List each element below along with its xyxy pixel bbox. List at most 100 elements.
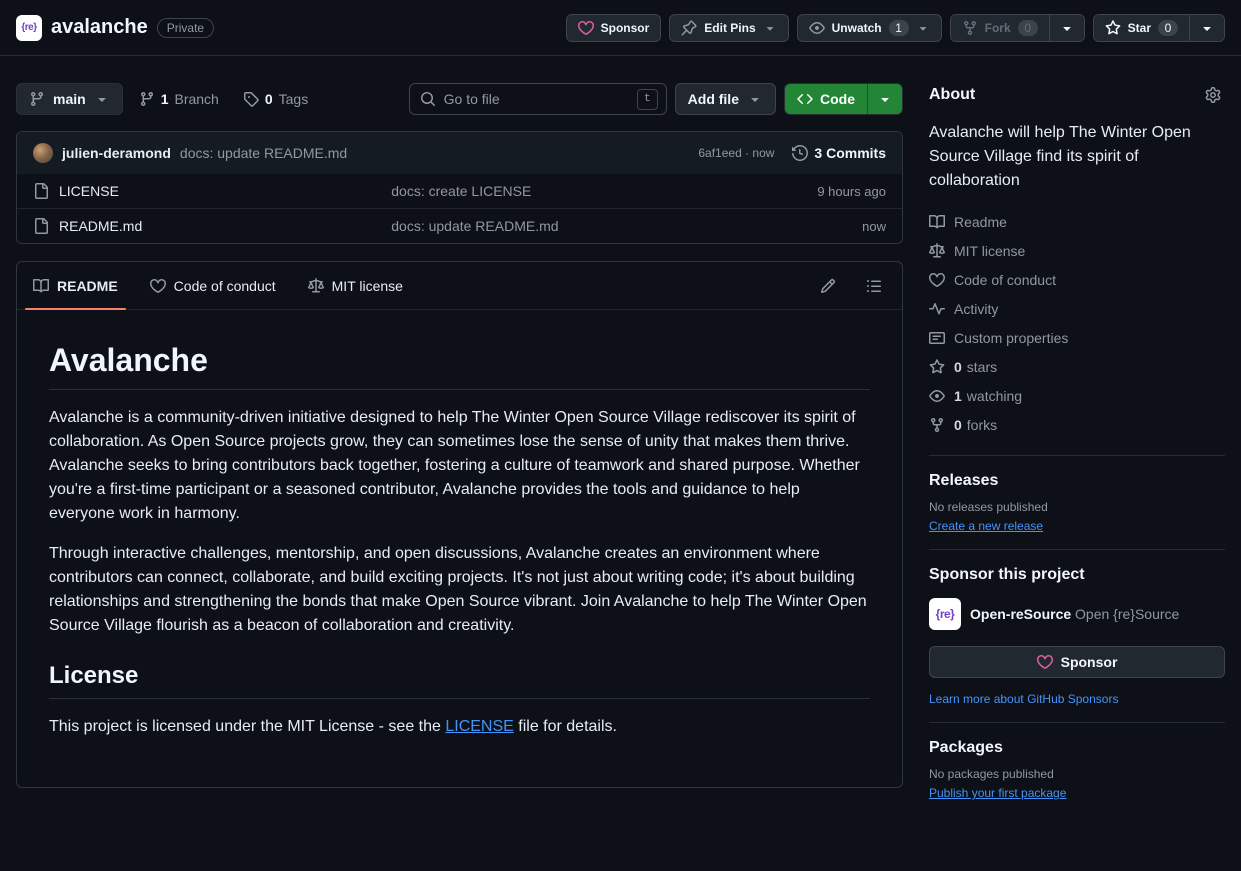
repo-toolbar: main 1 Branch 0 Tags t bbox=[16, 83, 903, 115]
sidebar-item-readme[interactable]: Readme bbox=[929, 207, 1225, 236]
add-file-button[interactable]: Add file bbox=[675, 83, 776, 115]
add-file-label: Add file bbox=[688, 91, 739, 107]
fork-button[interactable]: Fork 0 bbox=[951, 15, 1049, 41]
edit-readme-button[interactable] bbox=[816, 274, 840, 298]
sidebar-item-code-of-conduct[interactable]: Code of conduct bbox=[929, 265, 1225, 294]
tab-code-of-conduct[interactable]: Code of conduct bbox=[134, 262, 292, 309]
license-link[interactable]: LICENSE bbox=[445, 718, 513, 735]
org-login[interactable]: Open-reSource bbox=[970, 606, 1071, 622]
tags-link[interactable]: 0 Tags bbox=[235, 83, 316, 115]
readme-box: README Code of conduct MIT license bbox=[16, 261, 903, 788]
commit-message-link[interactable]: docs: update README.md bbox=[180, 145, 347, 161]
tags-label: Tags bbox=[279, 91, 309, 107]
git-branch-icon bbox=[139, 91, 155, 107]
file-name: LICENSE bbox=[59, 183, 119, 199]
repo-settings-button[interactable] bbox=[1201, 83, 1225, 107]
tags-count: 0 bbox=[265, 91, 273, 107]
fork-count-badge: 0 bbox=[1018, 20, 1038, 36]
sidebar-item-custom-properties[interactable]: Custom properties bbox=[929, 323, 1225, 352]
sidebar-item-forks[interactable]: 0 forks bbox=[929, 410, 1225, 439]
org-avatar[interactable]: {re} bbox=[929, 598, 961, 630]
star-count-badge: 0 bbox=[1158, 20, 1178, 36]
commit-history-link[interactable]: 3 Commits bbox=[792, 145, 886, 161]
chevron-down-icon bbox=[763, 21, 777, 35]
fork-icon bbox=[929, 417, 945, 433]
license-paragraph: This project is licensed under the MIT L… bbox=[49, 715, 870, 739]
license-text-before: This project is licensed under the MIT L… bbox=[49, 718, 445, 735]
sidebar-item-label: stars bbox=[967, 359, 997, 375]
sponsor-project-button[interactable]: Sponsor bbox=[929, 646, 1225, 678]
pencil-icon bbox=[820, 278, 836, 294]
readme-paragraph: Avalanche is a community-driven initiati… bbox=[49, 406, 870, 526]
readme-content: Avalanche Avalanche is a community-drive… bbox=[17, 310, 902, 787]
star-dropdown-button[interactable] bbox=[1189, 15, 1224, 41]
sponsor-button[interactable]: Sponsor bbox=[566, 14, 662, 42]
current-branch-label: main bbox=[53, 91, 86, 107]
chevron-down-icon bbox=[1199, 20, 1215, 36]
star-icon bbox=[1105, 20, 1121, 36]
org-display-name: Open {re}Source bbox=[1075, 606, 1179, 622]
files-box: julien-deramond docs: update README.md 6… bbox=[16, 131, 903, 244]
publish-package-link[interactable]: Publish your first package bbox=[929, 786, 1066, 800]
releases-section: Releases No releases published Create a … bbox=[929, 472, 1225, 550]
readme-paragraph: Through interactive challenges, mentorsh… bbox=[49, 542, 870, 638]
branch-selector[interactable]: main bbox=[16, 83, 123, 115]
sidebar-item-watching[interactable]: 1 watching bbox=[929, 381, 1225, 410]
create-release-link[interactable]: Create a new release bbox=[929, 519, 1043, 533]
readme-header-actions bbox=[816, 274, 886, 298]
branches-link[interactable]: 1 Branch bbox=[131, 83, 227, 115]
unwatch-button[interactable]: Unwatch 1 bbox=[797, 14, 942, 42]
pulse-icon bbox=[929, 301, 945, 317]
goto-file-input[interactable] bbox=[444, 91, 629, 107]
code-icon bbox=[797, 91, 813, 107]
commit-hash-time[interactable]: 6af1eed · now bbox=[698, 146, 774, 160]
list-unordered-icon bbox=[866, 278, 882, 294]
goto-file-box: t bbox=[409, 83, 667, 115]
packages-title: Packages bbox=[929, 739, 1225, 757]
sidebar-item-activity[interactable]: Activity bbox=[929, 294, 1225, 323]
goto-file-shortcut: t bbox=[637, 89, 658, 110]
repo-avatar[interactable]: {re} bbox=[16, 15, 42, 41]
fork-label: Fork bbox=[985, 21, 1011, 35]
star-button-group: Star 0 bbox=[1093, 14, 1225, 42]
file-icon bbox=[33, 218, 49, 234]
file-commit-message[interactable]: docs: update README.md bbox=[391, 218, 862, 234]
file-link[interactable]: LICENSE bbox=[33, 183, 391, 199]
tab-readme[interactable]: README bbox=[17, 262, 134, 309]
commit-author-link[interactable]: julien-deramond bbox=[62, 145, 171, 161]
history-icon bbox=[792, 145, 808, 161]
law-icon bbox=[929, 243, 945, 259]
code-button[interactable]: Code bbox=[785, 84, 867, 114]
fork-dropdown-button[interactable] bbox=[1049, 15, 1084, 41]
sidebar-item-license[interactable]: MIT license bbox=[929, 236, 1225, 265]
tag-icon bbox=[243, 91, 259, 107]
book-icon bbox=[33, 278, 49, 294]
license-text-after: file for details. bbox=[514, 718, 617, 735]
commits-count-label: 3 Commits bbox=[814, 145, 886, 161]
releases-empty-text: No releases published bbox=[929, 500, 1225, 514]
search-icon bbox=[420, 91, 436, 107]
edit-pins-button[interactable]: Edit Pins bbox=[669, 14, 788, 42]
repo-name-link[interactable]: avalanche bbox=[51, 16, 148, 39]
sidebar-item-label: Code of conduct bbox=[954, 272, 1056, 288]
sidebar-item-stars[interactable]: 0 stars bbox=[929, 352, 1225, 381]
file-name: README.md bbox=[59, 218, 142, 234]
edit-pins-label: Edit Pins bbox=[704, 21, 755, 35]
note-icon bbox=[929, 330, 945, 346]
star-button[interactable]: Star 0 bbox=[1094, 15, 1189, 41]
fork-button-group: Fork 0 bbox=[950, 14, 1085, 42]
file-link[interactable]: README.md bbox=[33, 218, 391, 234]
code-dropdown-button[interactable] bbox=[867, 84, 902, 114]
releases-title: Releases bbox=[929, 472, 1225, 490]
chevron-down-icon bbox=[1059, 20, 1075, 36]
outline-button[interactable] bbox=[862, 274, 886, 298]
gear-icon bbox=[1205, 87, 1221, 103]
file-commit-message[interactable]: docs: create LICENSE bbox=[391, 183, 817, 199]
tab-readme-label: README bbox=[57, 278, 118, 294]
sidebar-item-label: Readme bbox=[954, 214, 1007, 230]
branches-count: 1 bbox=[161, 91, 169, 107]
learn-more-sponsors-link[interactable]: Learn more about GitHub Sponsors bbox=[929, 692, 1118, 706]
tab-mit-license[interactable]: MIT license bbox=[292, 262, 419, 309]
tab-mit-license-label: MIT license bbox=[332, 278, 403, 294]
commit-author-avatar[interactable] bbox=[33, 143, 53, 163]
